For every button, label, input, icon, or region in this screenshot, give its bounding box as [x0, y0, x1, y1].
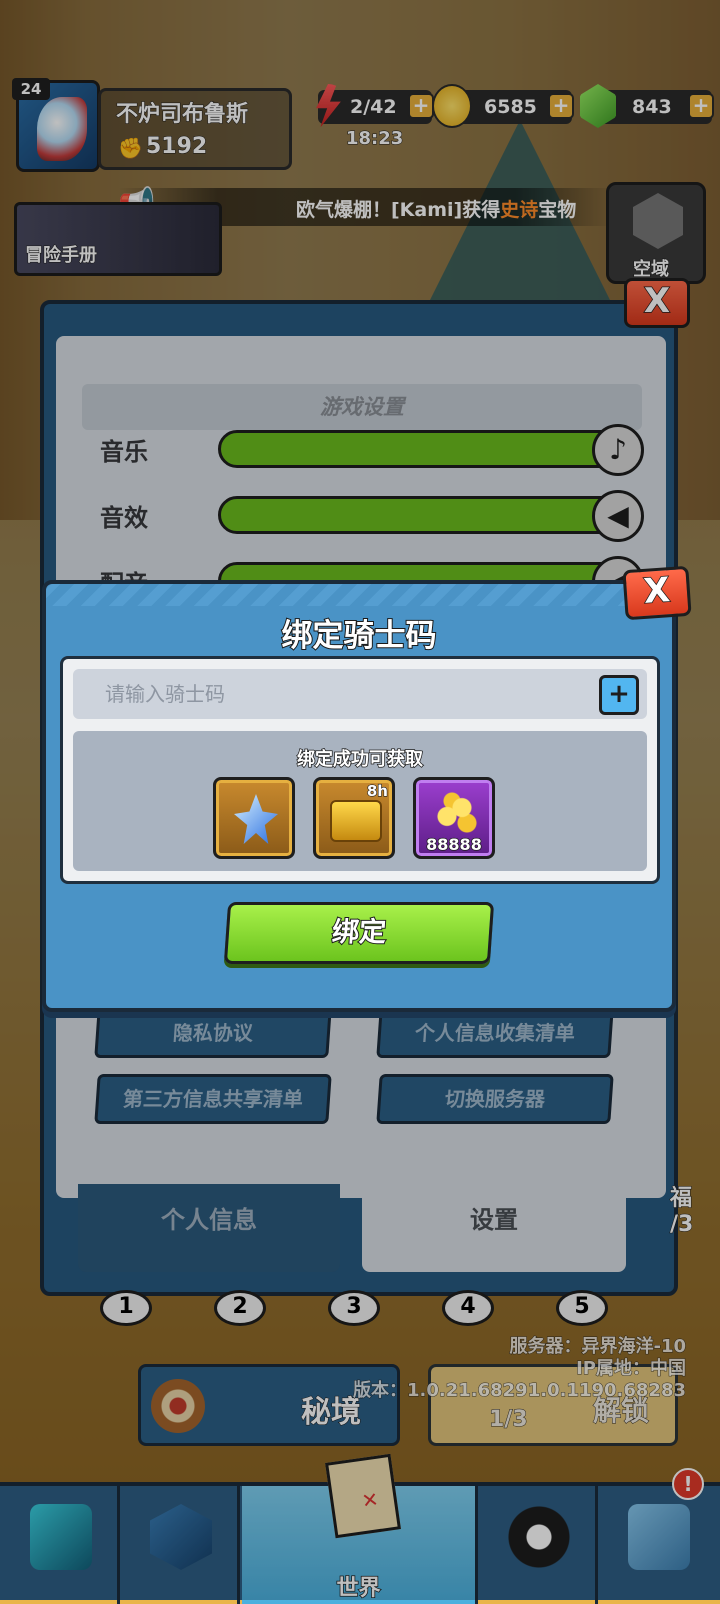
knight-code-placeholder: 请输入骑士码 [105, 682, 225, 706]
reward-box: 绑定成功可获取 8h 88888 [73, 731, 647, 871]
reward-quantity: 88888 [425, 834, 482, 855]
knight-code-input[interactable]: 请输入骑士码 + [73, 669, 647, 719]
reward-duration: 8h [366, 781, 388, 800]
dialog-header-stripe [46, 584, 672, 606]
reward-item-gold[interactable]: 88888 [413, 777, 495, 859]
gold-coins-icon [432, 790, 482, 834]
paste-icon[interactable]: + [599, 675, 639, 715]
bind-button[interactable]: 绑定 [223, 902, 495, 964]
crystal-icon [234, 794, 278, 844]
bind-knight-code-dialog: 绑定骑士码 X 请输入骑士码 + 绑定成功可获取 8h 88888 绑定 [42, 565, 692, 1012]
dialog-title: 绑定骑士码 [281, 617, 438, 655]
dialog-close-button[interactable]: X [622, 565, 692, 621]
chest-icon [330, 800, 382, 842]
reward-item-chest[interactable]: 8h [313, 777, 395, 859]
reward-title: 绑定成功可获取 [296, 748, 424, 771]
reward-item-crystal[interactable] [213, 777, 295, 859]
dialog-card: 请输入骑士码 + 绑定成功可获取 8h 88888 [60, 656, 660, 884]
